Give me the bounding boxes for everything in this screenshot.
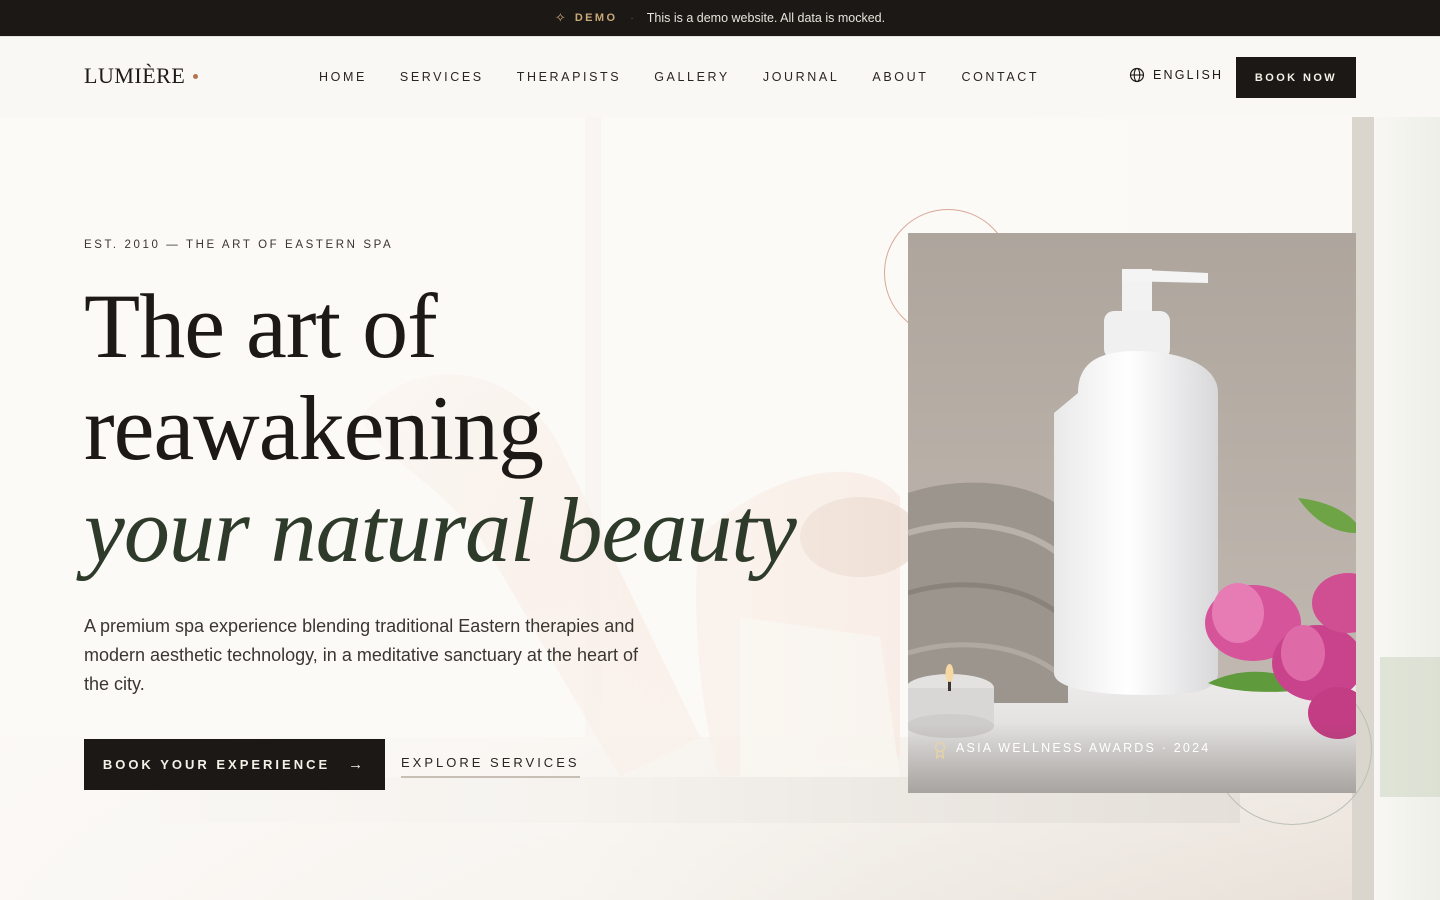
nav-home[interactable]: HOME [319, 70, 367, 84]
nav-gallery[interactable]: GALLERY [654, 70, 730, 84]
hero-description: A premium spa experience blending tradit… [84, 616, 638, 694]
book-experience-button[interactable]: BOOK YOUR EXPERIENCE → [84, 739, 385, 790]
site-header: LUMIÈRE HOME SERVICES THERAPISTS GALLERY… [0, 36, 1440, 117]
nav-services[interactable]: SERVICES [400, 70, 484, 84]
headline-line-2: reawakening [84, 377, 544, 479]
banner-separator: · [630, 12, 634, 24]
nav-therapists[interactable]: THERAPISTS [517, 70, 622, 84]
explore-services-link[interactable]: EXPLORE SERVICES [401, 755, 580, 778]
hero-product-photo: ASIA WELLNESS AWARDS · 2024 [908, 233, 1356, 793]
nav-contact[interactable]: CONTACT [961, 70, 1039, 84]
award-ribbon-icon [934, 741, 946, 759]
demo-label: DEMO [574, 12, 618, 24]
arrow-right-icon: → [348, 756, 367, 773]
language-label: ENGLISH [1153, 68, 1224, 82]
main-nav: HOME SERVICES THERAPISTS GALLERY JOURNAL… [319, 70, 1072, 84]
hero-section: EST. 2010 — THE ART OF EASTERN SPA The a… [0, 117, 1440, 900]
spa-products-image [908, 233, 1356, 793]
nav-journal[interactable]: JOURNAL [763, 70, 840, 84]
logo[interactable]: LUMIÈRE [84, 63, 199, 89]
sparkle-icon: ✧ [554, 10, 566, 25]
hero-headline: The art of reawakening your natural beau… [84, 275, 797, 581]
demo-text: This is a demo website. All data is mock… [646, 11, 886, 25]
globe-icon [1129, 67, 1145, 83]
logo-dot [193, 73, 199, 79]
nav-about[interactable]: ABOUT [872, 70, 928, 84]
headline-line-1: The art of [84, 275, 438, 377]
demo-banner: ✧ DEMO · This is a demo website. All dat… [0, 0, 1440, 36]
headline-line-3: your natural beauty [84, 479, 797, 581]
book-now-button[interactable]: BOOK NOW [1236, 57, 1356, 98]
award-badge: ASIA WELLNESS AWARDS · 2024 [908, 723, 1356, 793]
award-text: ASIA WELLNESS AWARDS · 2024 [956, 741, 1211, 755]
language-switcher[interactable]: ENGLISH [1129, 67, 1223, 83]
book-experience-label: BOOK YOUR EXPERIENCE [102, 757, 331, 772]
logo-text: LUMIÈRE [84, 63, 186, 88]
hero-eyebrow: EST. 2010 — THE ART OF EASTERN SPA [84, 239, 394, 251]
